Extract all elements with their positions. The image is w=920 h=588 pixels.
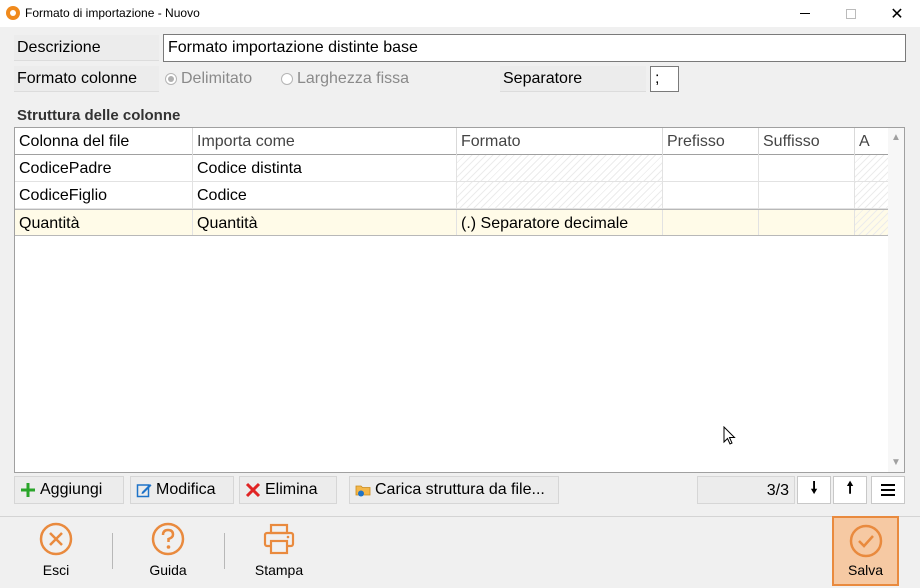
radio-delimitato-label: Delimitato <box>181 70 253 87</box>
menu-button[interactable] <box>871 476 905 504</box>
cell-a[interactable] <box>855 210 888 235</box>
maximize-icon <box>846 8 856 19</box>
cell-formato[interactable] <box>457 182 663 208</box>
descrizione-label: Descrizione <box>14 35 159 61</box>
radio-unchecked-icon <box>281 73 293 85</box>
record-counter: 3/3 <box>697 476 795 504</box>
delete-button-label: Elimina <box>265 481 318 498</box>
separatore-label: Separatore <box>500 66 646 92</box>
exit-button[interactable]: Esci <box>36 522 76 582</box>
formato-colonne-label: Formato colonne <box>14 66 159 92</box>
radio-delimitato[interactable]: Delimitato <box>165 70 252 88</box>
table-row[interactable]: CodicePadre Codice distinta <box>15 155 888 182</box>
edit-button[interactable]: Modifica <box>130 476 234 504</box>
col-header-a[interactable]: A <box>855 128 888 155</box>
maximize-button[interactable] <box>828 0 874 27</box>
descrizione-input[interactable]: Formato importazione distinte base <box>163 34 906 62</box>
minimize-icon <box>800 13 810 14</box>
cell-suffisso[interactable] <box>759 210 855 235</box>
section-title: Struttura delle colonne <box>17 107 181 124</box>
add-button-label: Aggiungi <box>40 481 103 498</box>
cell-importa[interactable]: Codice distinta <box>193 155 457 181</box>
minimize-button[interactable] <box>782 0 828 27</box>
cell-suffisso[interactable] <box>759 155 855 181</box>
columns-grid[interactable]: Colonna del file Importa come Formato Pr… <box>14 127 905 473</box>
radio-checked-icon <box>165 73 177 85</box>
cell-a[interactable] <box>855 155 888 181</box>
arrow-up-icon: 🠕 <box>846 479 854 497</box>
help-button[interactable]: Guida <box>145 522 191 582</box>
delete-x-icon <box>244 481 262 499</box>
print-label: Stampa <box>254 562 304 578</box>
mouse-cursor-icon <box>723 426 736 445</box>
footer-bar <box>0 516 920 588</box>
radio-larghezza-label: Larghezza fissa <box>297 70 410 87</box>
folder-icon <box>354 481 372 499</box>
title-bar: Formato di importazione - Nuovo ✕ <box>0 0 920 27</box>
scroll-up-icon[interactable]: ▲ <box>891 132 901 143</box>
cell-prefisso[interactable] <box>663 210 759 235</box>
col-header-formato[interactable]: Formato <box>457 128 663 155</box>
table-row-selected[interactable]: Quantità Quantità (.) Separatore decimal… <box>15 209 888 236</box>
window-title: Formato di importazione - Nuovo <box>25 6 200 20</box>
checkmark-circle-icon <box>849 524 882 558</box>
scroll-down-icon[interactable]: ▼ <box>891 457 901 468</box>
move-up-button[interactable]: 🠕 <box>833 476 867 504</box>
print-button[interactable]: Stampa <box>252 522 306 582</box>
app-logo-icon <box>6 6 20 20</box>
col-header-suffisso[interactable]: Suffisso <box>759 128 855 155</box>
cell-a[interactable] <box>855 182 888 208</box>
close-circle-icon <box>39 522 73 556</box>
help-question-icon <box>151 522 185 556</box>
col-header-importa[interactable]: Importa come <box>193 128 457 155</box>
load-structure-label: Carica struttura da file... <box>375 481 545 498</box>
save-button[interactable]: Salva <box>832 516 899 586</box>
table-row[interactable]: CodiceFiglio Codice <box>15 182 888 209</box>
exit-label: Esci <box>42 562 70 578</box>
close-icon: ✕ <box>890 5 904 23</box>
arrow-down-icon: 🠗 <box>810 479 818 497</box>
cell-formato[interactable] <box>457 155 663 181</box>
load-structure-button[interactable]: Carica struttura da file... <box>349 476 559 504</box>
delete-button[interactable]: Elimina <box>239 476 337 504</box>
cell-suffisso[interactable] <box>759 182 855 208</box>
cell-colonna[interactable]: Quantità <box>15 210 193 235</box>
close-button[interactable]: ✕ <box>874 0 920 27</box>
add-button[interactable]: Aggiungi <box>14 476 124 504</box>
separatore-input[interactable]: ; <box>650 66 679 92</box>
save-label: Salva <box>847 562 884 578</box>
hamburger-icon <box>881 484 895 496</box>
col-header-colonna[interactable]: Colonna del file <box>15 128 193 155</box>
cell-importa[interactable]: Codice <box>193 182 457 208</box>
cell-formato[interactable]: (.) Separatore decimale <box>457 210 663 235</box>
footer-divider <box>112 533 113 569</box>
cell-prefisso[interactable] <box>663 182 759 208</box>
grid-header: Colonna del file Importa come Formato Pr… <box>15 128 888 155</box>
vertical-scrollbar[interactable]: ▲ ▼ <box>888 128 904 472</box>
help-label: Guida <box>149 562 187 578</box>
plus-icon <box>19 481 37 499</box>
cell-importa[interactable]: Quantità <box>193 210 457 235</box>
edit-button-label: Modifica <box>156 481 216 498</box>
footer-divider <box>224 533 225 569</box>
cell-colonna[interactable]: CodiceFiglio <box>15 182 193 208</box>
cell-prefisso[interactable] <box>663 155 759 181</box>
move-down-button[interactable]: 🠗 <box>797 476 831 504</box>
col-header-prefisso[interactable]: Prefisso <box>663 128 759 155</box>
cell-colonna[interactable]: CodicePadre <box>15 155 193 181</box>
printer-icon <box>263 523 295 555</box>
edit-icon <box>135 481 153 499</box>
radio-larghezza-fissa[interactable]: Larghezza fissa <box>281 70 409 88</box>
